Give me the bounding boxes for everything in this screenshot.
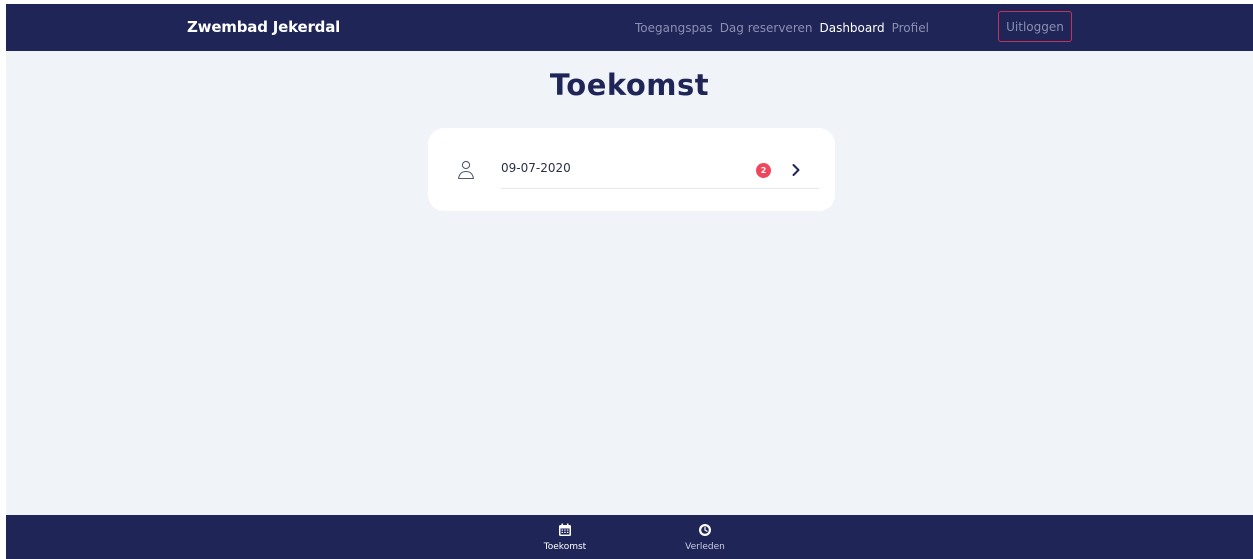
tab-verleden[interactable]: Verleden bbox=[670, 515, 740, 559]
chevron-right-icon[interactable] bbox=[791, 163, 801, 177]
nav-link-profiel[interactable]: Profiel bbox=[892, 21, 929, 35]
reservations-card: 09-07-2020 2 bbox=[428, 128, 835, 211]
history-icon bbox=[699, 524, 711, 536]
nav-links: Toegangspas Dag reserveren Dashboard Pro… bbox=[635, 4, 936, 51]
tab-label-toekomst: Toekomst bbox=[543, 542, 587, 552]
tab-label-verleden: Verleden bbox=[685, 542, 725, 552]
top-navbar: Zwembad Jekerdal Toegangspas Dag reserve… bbox=[6, 4, 1253, 51]
nav-link-dashboard[interactable]: Dashboard bbox=[819, 21, 884, 35]
bottom-tabbar: Toekomst Verleden bbox=[6, 515, 1253, 559]
reservation-count-badge: 2 bbox=[756, 163, 771, 178]
reservation-date: 09-07-2020 bbox=[501, 161, 571, 175]
reservation-row[interactable]: 09-07-2020 2 bbox=[428, 128, 835, 211]
nav-link-dag-reserveren[interactable]: Dag reserveren bbox=[720, 21, 813, 35]
person-icon bbox=[457, 160, 475, 180]
logout-button[interactable]: Uitloggen bbox=[998, 11, 1072, 42]
calendar-icon bbox=[559, 523, 571, 536]
row-divider bbox=[501, 188, 819, 189]
tab-toekomst[interactable]: Toekomst bbox=[530, 515, 600, 559]
nav-link-toegangspas[interactable]: Toegangspas bbox=[635, 21, 713, 35]
app-frame: Zwembad Jekerdal Toegangspas Dag reserve… bbox=[6, 4, 1253, 559]
brand-logo-text[interactable]: Zwembad Jekerdal bbox=[187, 18, 340, 36]
page-title: Toekomst bbox=[549, 68, 710, 102]
